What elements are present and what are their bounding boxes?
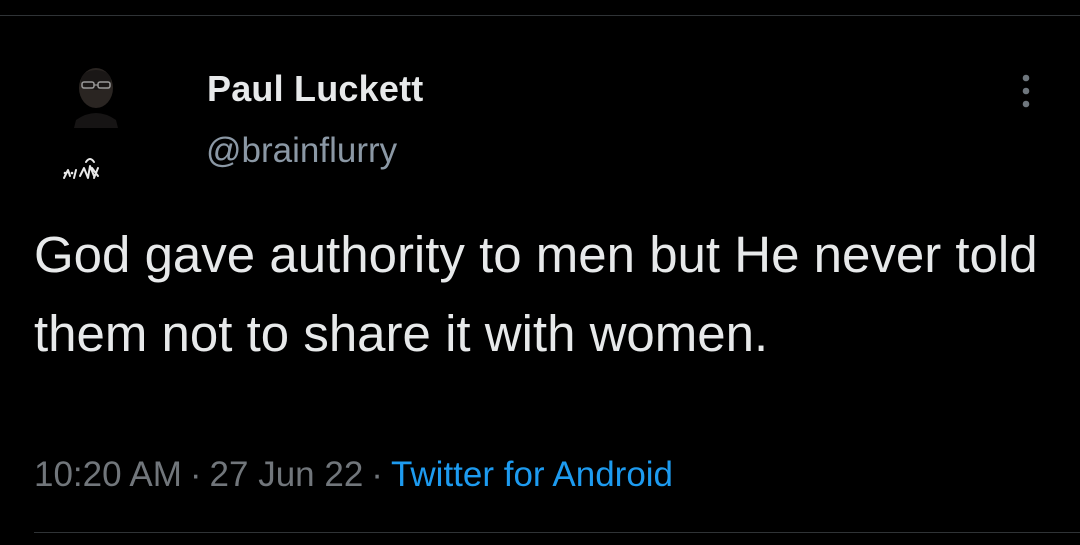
author-handle[interactable]: @brainflurry: [206, 131, 397, 171]
more-options-button[interactable]: [1008, 68, 1044, 118]
tweet-source-link[interactable]: Twitter for Android: [391, 455, 673, 494]
bottom-divider: [34, 532, 1080, 533]
author-display-name[interactable]: Paul Luckett: [207, 68, 423, 110]
avatar-portrait-icon: [63, 68, 118, 179]
meta-separator: ·: [371, 455, 383, 494]
tweet-detail: Paul Luckett @brainflurry God gave autho…: [0, 0, 1080, 545]
tweet-date[interactable]: 27 Jun 22: [210, 455, 364, 494]
meta-separator: ·: [189, 455, 202, 494]
more-vertical-icon: [1022, 74, 1030, 108]
tweet-text: God gave authority to men but He never t…: [34, 226, 1038, 362]
top-divider: [0, 15, 1080, 16]
tweet-time[interactable]: 10:20 AM: [34, 455, 182, 494]
avatar[interactable]: [56, 50, 156, 200]
tweet-metadata: 10:20 AM · 27 Jun 22 · Twitter for Android: [34, 455, 673, 495]
